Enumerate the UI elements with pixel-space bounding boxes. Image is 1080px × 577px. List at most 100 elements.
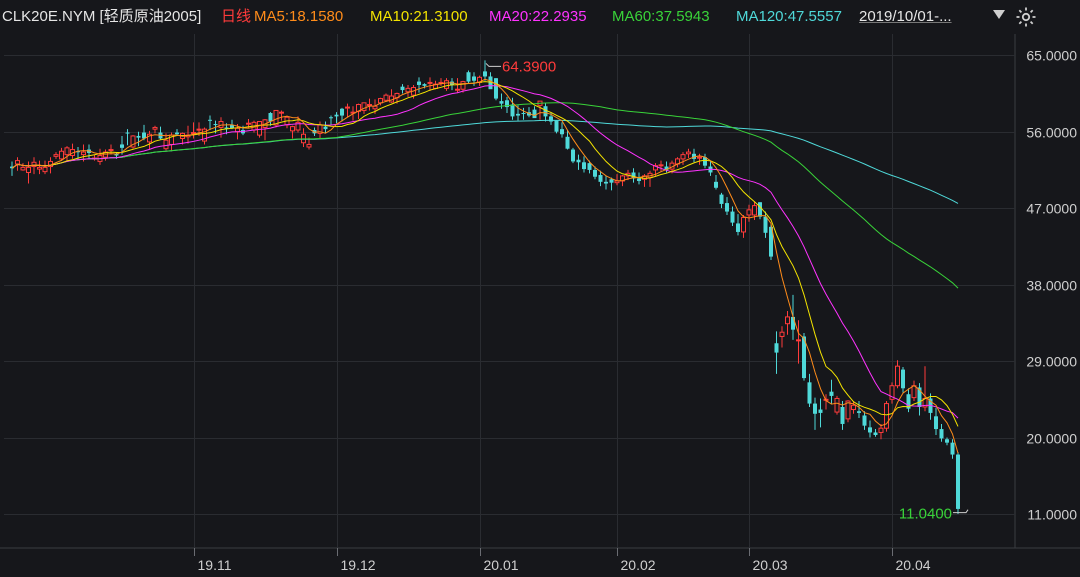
candle-body [878, 427, 884, 433]
candle [417, 77, 421, 93]
candle [658, 160, 664, 172]
candle [878, 423, 884, 440]
candle [284, 115, 290, 129]
candle [884, 401, 889, 432]
candle-body [939, 429, 944, 439]
candle [130, 135, 136, 149]
candle-body [576, 159, 581, 163]
candle-body [658, 164, 664, 167]
candle-body [257, 121, 262, 136]
candle [647, 170, 653, 187]
candle [796, 320, 801, 364]
candle-body [329, 117, 333, 119]
candle [911, 380, 917, 402]
candle-body [499, 101, 504, 104]
candle [202, 127, 207, 145]
candle-body [306, 143, 312, 148]
x-axis-ticks: 19.11 19.12 20.01 20.02 20.03 20.04 [194, 548, 931, 573]
candle-body [383, 94, 389, 101]
candle-body [405, 87, 411, 93]
candlestick-chart[interactable]: 65.0000 56.0000 47.0000 38.0000 29.0000 20.00… [0, 0, 1080, 577]
candle [329, 115, 333, 125]
candle-body [494, 78, 498, 99]
candle [857, 401, 861, 419]
candle-body [758, 202, 762, 217]
y-axis-ticks: 65.0000 56.0000 47.0000 38.0000 29.0000 20.00… [1026, 48, 1077, 523]
candle-body [895, 365, 900, 387]
candle-body [807, 382, 812, 404]
candle-body [686, 151, 691, 155]
candle-body [268, 113, 273, 122]
candle [208, 115, 212, 131]
candle-body [455, 88, 460, 91]
candle-body [554, 120, 559, 132]
candle-body [246, 122, 251, 125]
candle [950, 439, 955, 459]
candle-body [163, 139, 169, 150]
candle-body [26, 166, 31, 173]
candle [818, 398, 823, 428]
candle [873, 429, 878, 437]
candle-body [598, 175, 603, 182]
candle-body [466, 72, 471, 82]
candle [868, 420, 872, 438]
candle-body [862, 415, 867, 426]
candle-body [372, 105, 378, 110]
candle [730, 206, 735, 227]
candle-body [279, 111, 284, 114]
candle-body [763, 216, 768, 233]
candle [59, 147, 64, 161]
candle-body [460, 81, 466, 90]
candle-body [840, 406, 845, 424]
candle-body [53, 154, 59, 157]
candle [527, 107, 531, 118]
x-tick-label: 19.11 [198, 557, 232, 573]
candle [64, 146, 70, 162]
candle-body [785, 316, 790, 325]
candle [807, 373, 812, 407]
candle-body [741, 217, 746, 233]
candle-body [42, 166, 48, 173]
candle [554, 120, 559, 134]
candle-body [213, 124, 218, 126]
candle-body [136, 135, 141, 138]
candle-body [59, 150, 64, 160]
candle [400, 84, 405, 94]
candle-body [208, 119, 212, 121]
candle [675, 157, 680, 168]
candle [532, 106, 537, 119]
candle-body [945, 439, 949, 443]
candle [323, 121, 328, 134]
candle [802, 333, 806, 381]
candle [53, 152, 59, 159]
candle-body [510, 104, 515, 117]
candle [494, 78, 498, 101]
candle [466, 70, 471, 84]
candle-body [934, 416, 938, 430]
candle [10, 161, 14, 176]
candle [934, 407, 938, 436]
x-tick-label: 20.01 [484, 557, 519, 573]
candle [92, 154, 97, 161]
candle-body [697, 156, 702, 159]
candle-body [196, 128, 202, 131]
y-tick-label: 65.0000 [1026, 48, 1077, 64]
candle-body [604, 181, 608, 184]
candle-body [120, 144, 124, 148]
candle [450, 78, 454, 91]
candle [444, 78, 449, 91]
candle [582, 156, 586, 173]
candle [537, 100, 543, 120]
candle [317, 121, 323, 139]
candle [725, 197, 729, 215]
candle-body [323, 126, 328, 130]
candle-body [730, 211, 735, 223]
candle [42, 160, 48, 175]
candle-body [873, 432, 878, 436]
candle-body [367, 104, 372, 107]
candle [455, 78, 460, 93]
moving-average-lines [11, 78, 959, 454]
candle-body [571, 149, 575, 162]
candle-body [719, 194, 724, 204]
candle [889, 382, 895, 404]
